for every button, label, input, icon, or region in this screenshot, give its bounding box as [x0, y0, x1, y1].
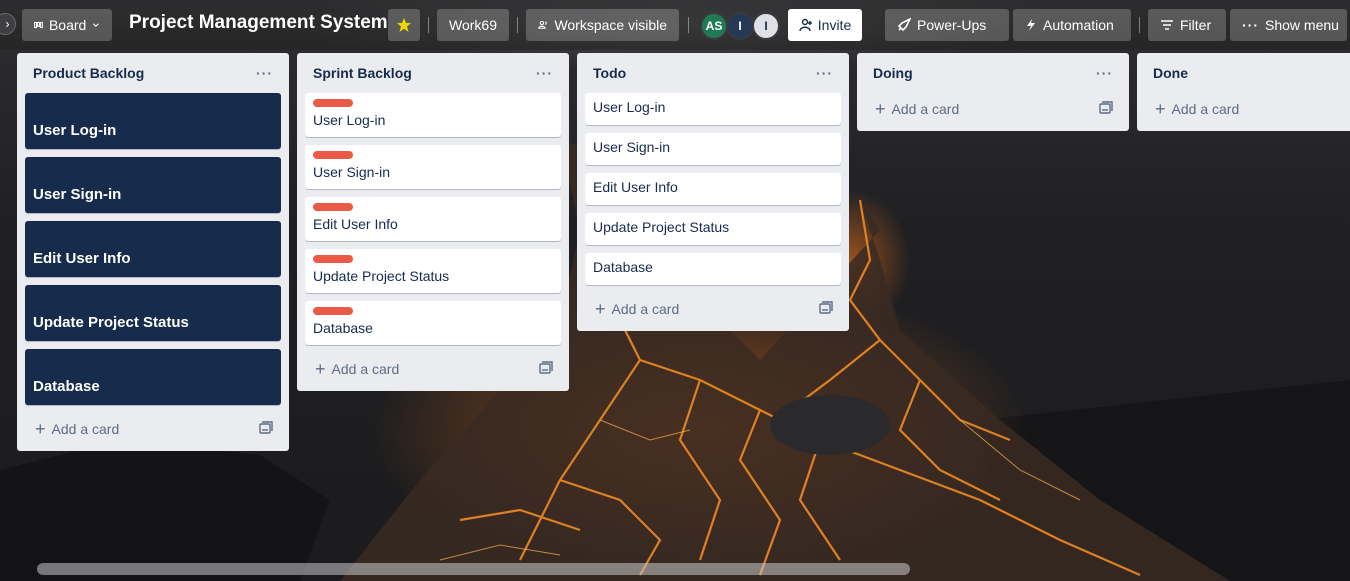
card-template-icon[interactable] [819, 300, 833, 318]
card[interactable]: User Log-in [585, 93, 841, 125]
view-label: Board [48, 17, 87, 33]
power-ups-button[interactable]: Power-Ups [885, 9, 1009, 41]
header-divider [1139, 17, 1140, 33]
add-card-button[interactable]: + Add a card [865, 89, 1121, 129]
card-template-icon[interactable] [259, 420, 273, 438]
add-person-icon [799, 18, 812, 32]
filter-button[interactable]: Filter [1148, 9, 1226, 41]
list-todo: Todo ··· User Log-in User Sign-in Edit U… [577, 53, 849, 331]
plus-icon: + [595, 299, 606, 319]
list-header: Sprint Backlog ··· [305, 53, 561, 93]
card[interactable]: Database [305, 301, 561, 345]
list-product-backlog: Product Backlog ··· User Log-in User Sig… [17, 53, 289, 451]
list-done: Done + Add a card [1137, 53, 1350, 131]
show-menu-button[interactable]: ··· Show menu [1230, 9, 1347, 41]
card[interactable]: Update Project Status [585, 213, 841, 245]
visibility-label: Workspace visible [554, 17, 667, 33]
card[interactable]: Update Project Status [305, 249, 561, 293]
filter-label: Filter [1180, 17, 1212, 33]
automation-button[interactable]: Automation [1013, 9, 1131, 41]
invite-button[interactable]: Invite [788, 9, 862, 41]
workspace-label: Work69 [449, 17, 497, 33]
card-list: User Log-in User Sign-in Edit User Info … [585, 93, 841, 285]
card-list: User Log-in User Sign-in Edit User Info … [305, 93, 561, 345]
add-card-button[interactable]: + Add a card [1145, 89, 1342, 129]
plus-icon: + [315, 359, 326, 379]
card[interactable]: Edit User Info [305, 197, 561, 241]
list-title[interactable]: Todo [593, 65, 626, 81]
list-menu-icon[interactable]: ··· [536, 65, 553, 81]
card-template-icon[interactable] [1099, 100, 1113, 118]
plus-icon: + [1155, 99, 1166, 119]
lightning-icon [1027, 19, 1035, 31]
automation-label: Automation [1043, 17, 1114, 33]
list-header: Done [1145, 53, 1342, 93]
star-button[interactable] [388, 9, 420, 41]
card[interactable]: Database [585, 253, 841, 285]
header-divider [428, 17, 429, 33]
people-icon [538, 20, 547, 29]
card-label[interactable] [313, 307, 353, 315]
filter-icon [1161, 20, 1173, 30]
list-title[interactable]: Product Backlog [33, 65, 144, 81]
board-header: › Board Project Management System Work69… [0, 0, 1350, 50]
card-template-icon[interactable] [539, 360, 553, 378]
power-ups-label: Power-Ups [917, 17, 987, 33]
card-label[interactable] [313, 203, 353, 211]
list-header: Product Backlog ··· [25, 53, 281, 93]
card-label[interactable] [313, 99, 353, 107]
member-avatar[interactable]: I [726, 12, 754, 40]
workspace-button[interactable]: Work69 [437, 9, 509, 41]
member-avatar[interactable]: I [752, 12, 780, 40]
add-card-button[interactable]: + Add a card [25, 409, 281, 449]
list-title[interactable]: Doing [873, 65, 913, 81]
show-menu-label: Show menu [1265, 17, 1339, 33]
chevron-down-icon [93, 23, 100, 28]
member-avatar[interactable]: AS [700, 12, 728, 40]
rocket-icon [897, 18, 911, 32]
invite-label: Invite [817, 17, 852, 33]
sidebar-toggle-button[interactable]: › [0, 13, 16, 35]
list-menu-icon[interactable]: ··· [1096, 65, 1113, 81]
list-header: Todo ··· [585, 53, 841, 93]
star-icon [397, 18, 411, 32]
more-icon: ··· [1242, 17, 1259, 33]
card[interactable]: User Sign-in [585, 133, 841, 165]
list-header: Doing ··· [865, 53, 1121, 93]
card-list: User Log-in User Sign-in Edit User Info … [25, 93, 281, 405]
list-sprint-backlog: Sprint Backlog ··· User Log-in User Sign… [297, 53, 569, 391]
list-menu-icon[interactable]: ··· [816, 65, 833, 81]
view-switcher-button[interactable]: Board [22, 9, 112, 41]
card-label[interactable] [313, 151, 353, 159]
card[interactable]: User Log-in [305, 93, 561, 137]
card[interactable]: Database [25, 349, 281, 405]
plus-icon: + [35, 419, 46, 439]
board-title[interactable]: Project Management System [129, 12, 388, 34]
card[interactable]: Edit User Info [25, 221, 281, 277]
visibility-button[interactable]: Workspace visible [526, 9, 679, 41]
horizontal-scrollbar[interactable] [37, 563, 910, 575]
list-doing: Doing ··· + Add a card [857, 53, 1129, 131]
header-divider [517, 17, 518, 33]
plus-icon: + [875, 99, 886, 119]
chevron-right-icon: › [5, 17, 10, 31]
list-menu-icon[interactable]: ··· [256, 65, 273, 81]
card[interactable]: Edit User Info [585, 173, 841, 205]
header-divider [688, 17, 689, 33]
list-title[interactable]: Sprint Backlog [313, 65, 412, 81]
card[interactable]: User Log-in [25, 93, 281, 149]
add-card-button[interactable]: + Add a card [585, 289, 841, 329]
add-card-button[interactable]: + Add a card [305, 349, 561, 389]
board-icon [34, 21, 43, 29]
card[interactable]: User Sign-in [25, 157, 281, 213]
card-label[interactable] [313, 255, 353, 263]
list-title[interactable]: Done [1153, 65, 1188, 81]
card[interactable]: Update Project Status [25, 285, 281, 341]
card[interactable]: User Sign-in [305, 145, 561, 189]
